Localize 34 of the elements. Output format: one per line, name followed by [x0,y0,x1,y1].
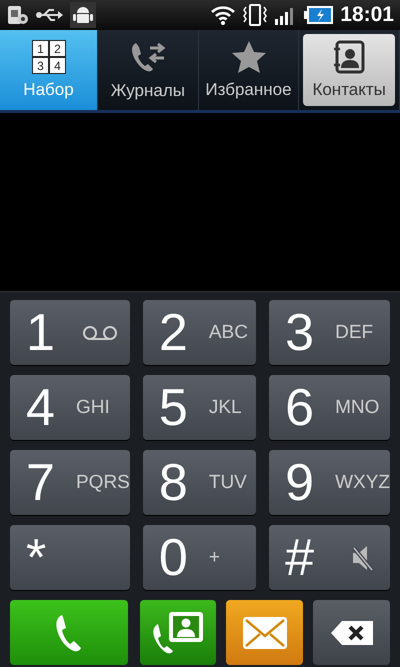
dial-key[interactable]: * [10,525,130,590]
voicemail-icon [82,324,118,340]
contact-call-button[interactable] [140,600,216,665]
star-icon [230,40,266,74]
keypad-icon: 1 2 3 4 [32,40,66,74]
dial-key[interactable]: 4 GHI [10,375,130,440]
contact-card-icon [332,40,366,74]
envelope-icon [242,616,288,650]
dial-key[interactable]: 3 DEF [269,300,390,365]
dial-key[interactable]: 9 WXYZ [269,450,390,515]
battery-charging-icon [304,5,334,25]
dial-key[interactable]: 8 TUV [142,450,256,515]
dial-key[interactable]: 2 ABC [142,300,256,365]
dial-key[interactable]: 7 PQRS [10,450,130,515]
tab[interactable]: Избранное [198,30,300,110]
android-icon [70,2,96,28]
dial-key[interactable]: # [269,525,390,590]
tab[interactable]: 1 2 3 4 Набор [0,30,98,110]
phone-icon [54,612,84,652]
mute-icon [351,544,374,572]
backspace-icon [330,620,374,646]
dial-key[interactable]: 5 JKL [142,375,256,440]
call-button[interactable] [10,600,128,665]
sim-settings-icon [6,4,30,26]
delete-button[interactable] [313,600,390,665]
tab[interactable]: Журналы [98,30,199,110]
dial-key[interactable]: 1 [10,300,130,365]
dial-key[interactable]: 6 MNO [269,375,390,440]
clock: 18:01 [340,3,394,27]
usb-icon [36,7,64,23]
wifi-icon [210,5,236,25]
vibrate-icon [242,3,268,27]
dial-key[interactable]: 0 + [142,525,256,590]
message-button[interactable] [226,600,304,665]
